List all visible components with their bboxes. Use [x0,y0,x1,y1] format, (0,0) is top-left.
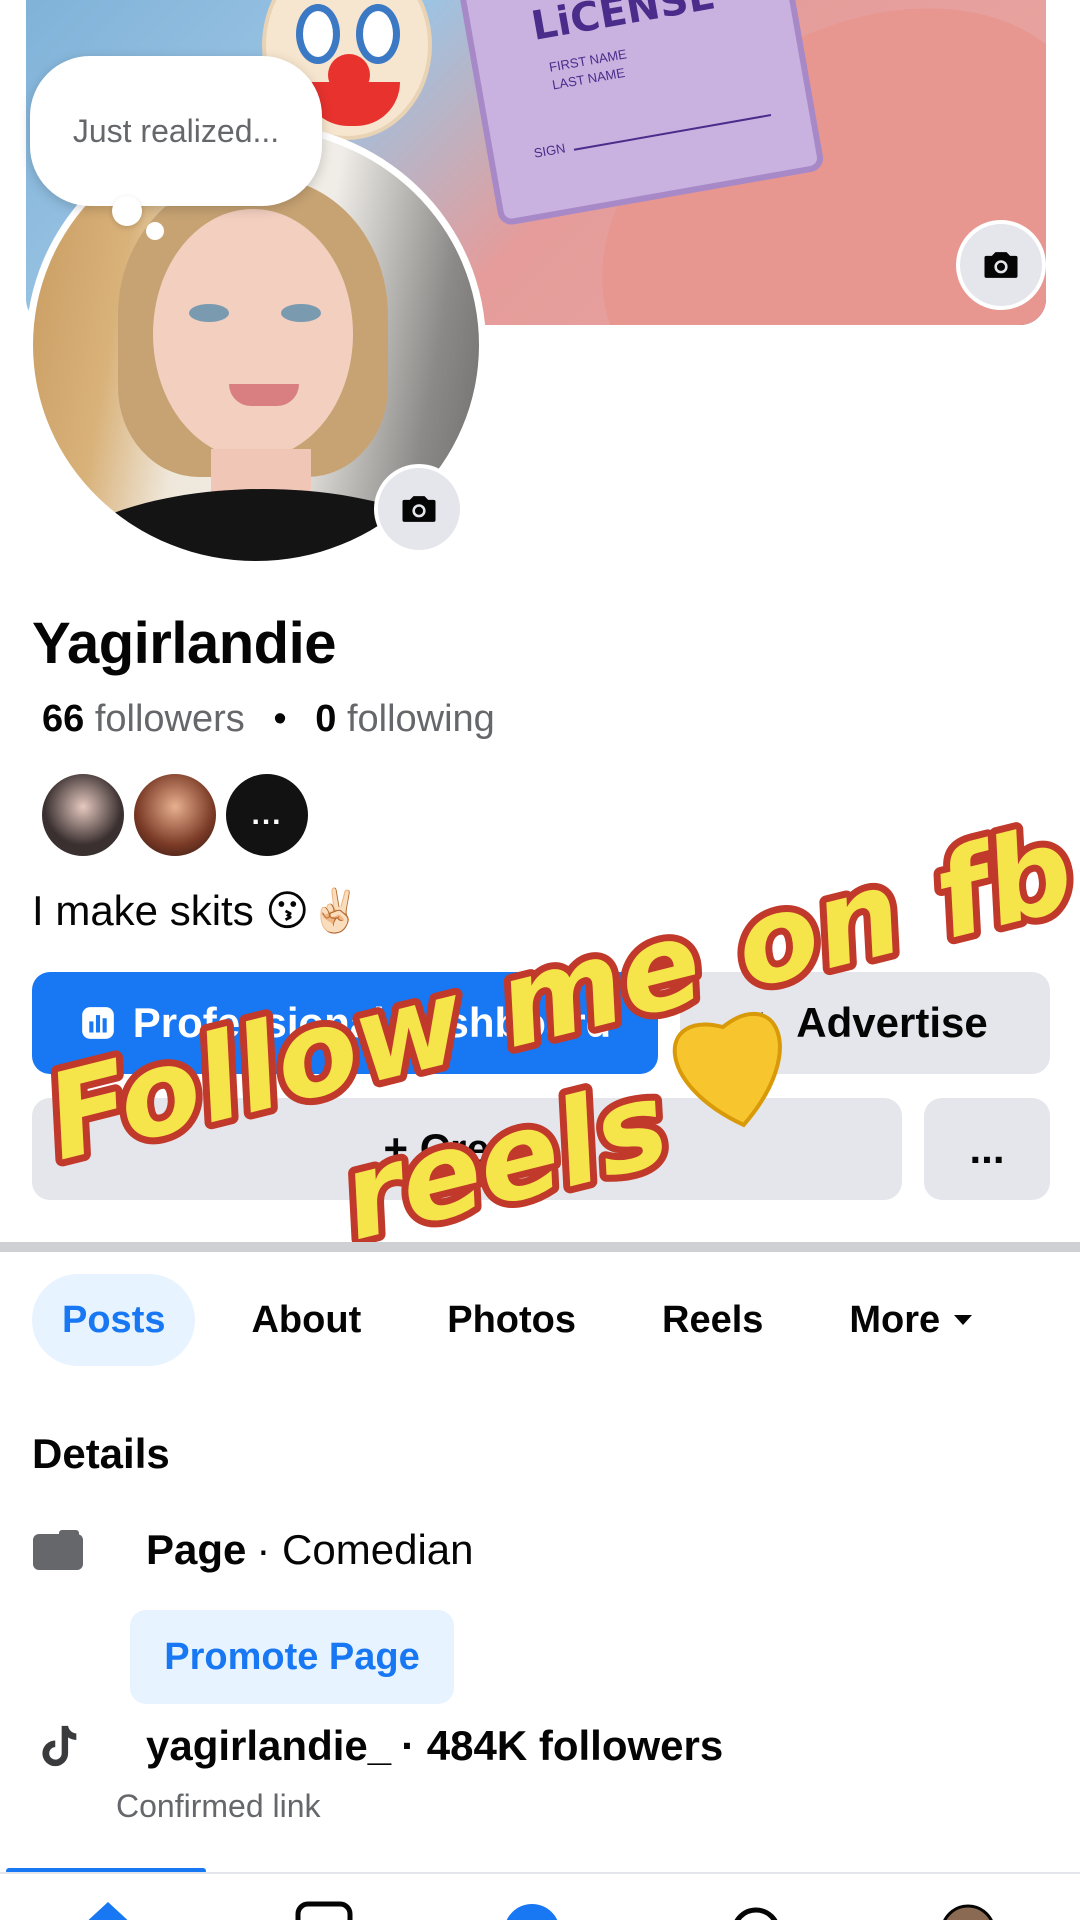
avatar-lips [229,384,299,406]
confirmed-link-label: Confirmed link [116,1788,321,1824]
page-flag-icon [32,1530,84,1570]
tiktok-handle[interactable]: yagirlandie_ [146,1722,391,1770]
tiktok-icon [32,1722,84,1770]
more-options-icon: ... [969,1125,1005,1172]
megaphone-icon [742,1004,780,1042]
bubble-tail-dot [112,196,142,226]
tab-about[interactable]: About [221,1274,391,1366]
tab-photos[interactable]: Photos [417,1274,606,1366]
tab-posts[interactable]: Posts [32,1274,196,1366]
license-title: LiCENSE [528,0,719,50]
tab-reels[interactable]: Reels [632,1274,793,1366]
mutual-more-button[interactable]: ... [224,772,310,858]
section-divider [0,1242,1080,1252]
license-sign-line [573,114,772,151]
clown-eye [296,4,340,64]
create-label: + Create [383,1125,551,1172]
followers-label[interactable]: followers [95,698,245,740]
notifications-icon[interactable] [726,1898,786,1920]
following-label[interactable]: following [347,698,495,740]
professional-dashboard-button[interactable]: Professional dashboard [32,972,658,1074]
profile-tabs: Posts About Photos Reels More [32,1274,1030,1366]
note-text: Just realized... [72,112,280,149]
bottom-nav-separator [0,1872,1080,1874]
mutual-avatar[interactable] [40,772,126,858]
tab-more[interactable]: More [819,1274,1004,1366]
stats-separator: • [273,698,287,740]
mutual-avatar[interactable] [132,772,218,858]
dashboard-chart-icon [79,1004,117,1042]
page-category-row: Page · Comedian [32,1526,474,1574]
cover-camera-button[interactable] [956,220,1046,310]
home-icon[interactable] [78,1898,138,1920]
video-icon[interactable] [294,1898,354,1920]
more-options-button[interactable]: ... [924,1098,1050,1200]
mutual-followers[interactable]: ... [40,772,310,858]
tiktok-link-row[interactable]: yagirlandie_ · 484K followers [32,1722,723,1770]
camera-icon [984,252,1018,278]
details-heading: Details [32,1430,170,1477]
menu-avatar-icon[interactable] [938,1898,998,1920]
license-sign: SIGN [532,140,567,161]
caret-down-icon [952,1313,974,1327]
advertise-label: Advertise [796,999,988,1046]
profile-note-bubble[interactable]: Just realized... [30,56,322,206]
professional-dashboard-label: Professional dashboard [132,999,612,1046]
avatar-eye [189,304,229,322]
tab-more-label: More [849,1298,941,1341]
tiktok-followers: · 484K followers [401,1722,724,1769]
followers-count[interactable]: 66 [42,698,84,740]
follow-stats: 66 followers • 0 following [42,698,495,741]
camera-icon [402,496,436,522]
page-label: Page [146,1526,247,1573]
clown-eye [356,4,400,64]
profile-bio: I make skits 😗✌🏻 [32,887,362,934]
bubble-tail-dot [146,222,164,240]
following-count[interactable]: 0 [315,698,336,740]
create-button[interactable]: + Create [32,1098,902,1200]
profile-nav-icon[interactable] [502,1898,562,1920]
advertise-button[interactable]: Advertise [680,972,1050,1074]
promote-page-button[interactable]: Promote Page [130,1610,454,1704]
profile-name: Yagirlandie [32,611,336,676]
avatar-eye [281,304,321,322]
avatar-face [153,209,353,459]
page-category: · Comedian [256,1526,474,1573]
profile-camera-button[interactable] [374,464,464,554]
